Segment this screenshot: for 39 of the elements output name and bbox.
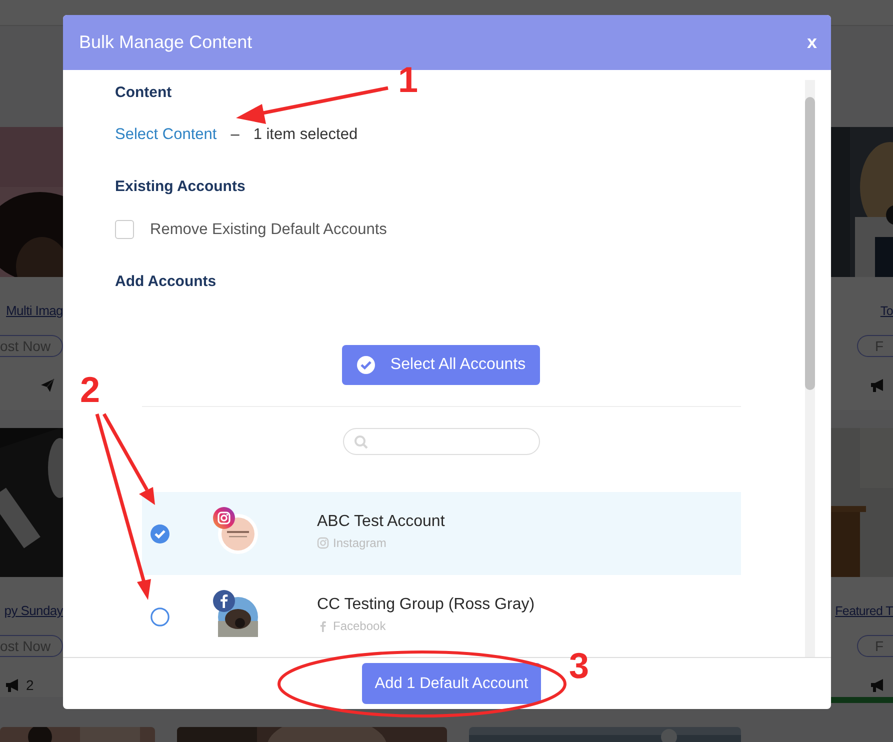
check-circle-icon — [356, 355, 376, 375]
facebook-icon — [213, 590, 235, 612]
scrollbar-thumb[interactable] — [805, 97, 815, 390]
search-icon — [354, 434, 368, 448]
instagram-icon — [213, 506, 235, 528]
separator-dash: – — [230, 126, 240, 144]
post-title-link[interactable]: To — [880, 301, 893, 321]
select-content-link[interactable]: Select Content — [115, 126, 217, 144]
modal-title: Bulk Manage Content — [79, 32, 252, 53]
close-button[interactable]: x — [806, 32, 817, 53]
checkbox-label: Remove Existing Default Accounts — [150, 220, 387, 238]
annotation-number: 2 — [80, 372, 100, 408]
account-row[interactable]: ABC Test Account Instagram — [142, 492, 741, 575]
radio-button[interactable] — [150, 606, 170, 626]
search-field[interactable] — [343, 428, 540, 455]
section-heading: Content — [115, 84, 173, 102]
account-name: CC Testing Group (Ross Gray) — [317, 596, 535, 614]
platform-name: Instagram — [333, 536, 386, 550]
platform-name: Facebook — [333, 619, 386, 633]
send-icon — [40, 378, 55, 392]
selection-summary: 1 item selected — [253, 126, 358, 144]
annotation-number: 3 — [569, 648, 590, 684]
add-default-account-button[interactable]: Add 1 Default Account — [362, 663, 541, 704]
megaphone-icon — [5, 678, 20, 692]
section-heading: Add Accounts — [115, 273, 218, 291]
post-title-link[interactable]: Featured T — [835, 601, 893, 621]
select-all-button[interactable]: Select All Accounts — [342, 345, 540, 385]
check-circle-icon[interactable] — [150, 524, 170, 544]
post-title-link[interactable]: Multi Imag — [6, 301, 63, 321]
section-heading: Existing Accounts — [115, 178, 246, 196]
annotation-number: 1 — [398, 62, 418, 98]
account-name: ABC Test Account — [317, 513, 445, 531]
post-title-link[interactable]: py Sunday — [4, 601, 63, 621]
instagram-icon — [317, 536, 329, 550]
megaphone-icon — [870, 678, 885, 692]
megaphone-icon — [870, 378, 885, 392]
checkbox[interactable] — [115, 220, 134, 239]
stat-count: 2 — [26, 677, 34, 693]
scrollbar-track[interactable] — [805, 80, 815, 657]
